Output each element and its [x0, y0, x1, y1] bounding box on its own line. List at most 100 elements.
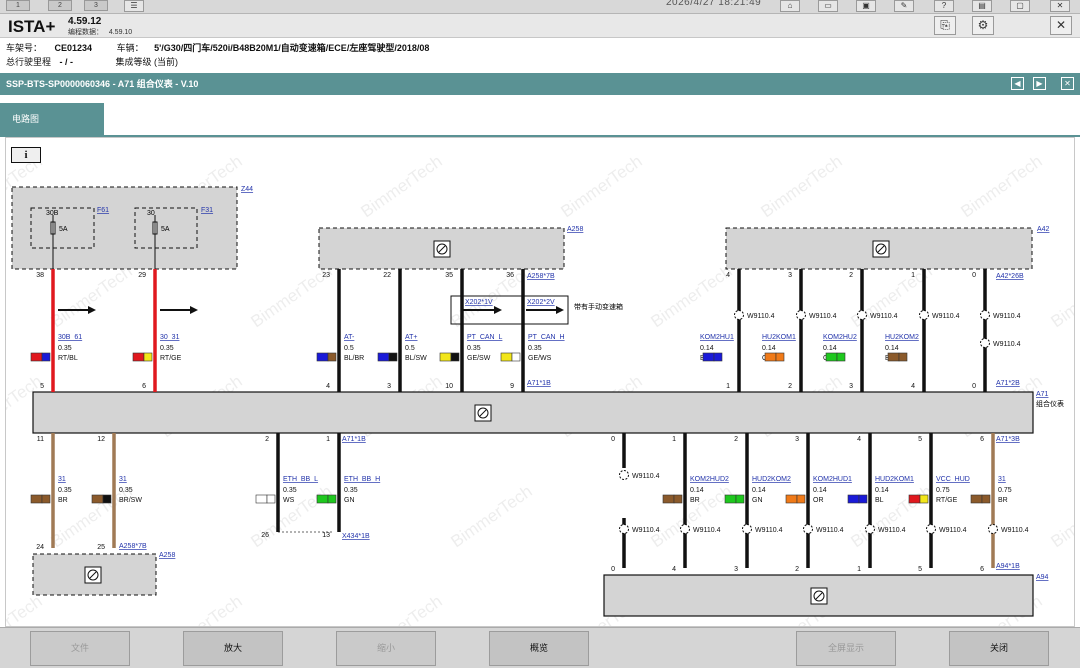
lower-wire-1-cross: 0.35	[119, 487, 133, 494]
lower-wire-1-chip-b	[102, 494, 112, 504]
a42-label[interactable]: A42	[1037, 226, 1050, 233]
lower-wire-7-splice	[803, 524, 813, 534]
watermark-text: BimmerTech	[6, 592, 46, 627]
lower-wire-3-pin-top: 1	[326, 436, 330, 443]
upper-wire-9-chip-a	[887, 352, 900, 362]
lower-wire-9-chip-b	[919, 494, 929, 504]
tab-wiring-diagram[interactable]: 电路图	[0, 103, 104, 137]
lower-wire-2-pin-bottom: 26	[261, 532, 269, 539]
a94-label[interactable]: A94	[1036, 574, 1049, 581]
lower-wire-6-cross: 0.14	[752, 487, 766, 494]
fuse1-link[interactable]: F61	[97, 207, 109, 214]
diagram-canvas[interactable]: BimmerTech BimmerTech BimmerTech BimmerTech…	[5, 137, 1075, 627]
lower-wire-3-pin-bottom: 13	[322, 532, 330, 539]
lower-wire-9-pin-top: 5	[918, 436, 922, 443]
zoom-in-button[interactable]: 放大	[183, 631, 283, 666]
upper-wire-6-signal: KOM2HU1	[700, 334, 734, 341]
upper-wire-0-pin-bottom: 5	[40, 383, 44, 390]
copy-icon[interactable]: ⎘	[934, 16, 956, 35]
x434-connector[interactable]: X434*1B	[342, 533, 370, 540]
zoom-out-button[interactable]: 缩小	[336, 631, 436, 666]
lower-wire-6-pin-bottom: 3	[734, 566, 738, 573]
lower-wire-2-cross: 0.35	[283, 487, 297, 494]
close-document-icon[interactable]: ✕	[1061, 77, 1074, 90]
a71-label[interactable]: A71	[1036, 391, 1049, 398]
a71-connector-1b-lower[interactable]: A71*1B	[342, 436, 366, 443]
top-tab-1[interactable]: 1	[6, 0, 30, 11]
lower-wire-8-pin-top: 4	[857, 436, 861, 443]
upper-wire-5-chip-b	[511, 352, 521, 362]
top-tab-3[interactable]: 3	[84, 0, 108, 11]
a258-bottom-label[interactable]: A258	[159, 552, 175, 559]
close-icon[interactable]: ✕	[1050, 16, 1072, 35]
lower-wire-7-signal: KOM2HUD1	[813, 476, 852, 483]
vehicle-info-row1: 车架号： CE01234 车辆： 5'/G30/四门车/520i/B48B20M…	[6, 41, 429, 54]
a258-bottom-connector[interactable]: A258*7B	[119, 543, 147, 550]
upper-wire-1-color: RT/GE	[160, 355, 182, 362]
file-button[interactable]: 文件	[30, 631, 130, 666]
lower-wire-1-pin-bottom: 25	[97, 544, 105, 551]
window-icon[interactable]: ▢	[1010, 0, 1030, 12]
car-label: 车辆：	[116, 43, 144, 53]
a71-connector-3b[interactable]: A71*3B	[996, 436, 1020, 443]
upper-wire-3-color: BL/SW	[405, 355, 427, 362]
z44-label[interactable]: Z44	[241, 186, 253, 193]
a71-connector-2b[interactable]: A71*2B	[996, 380, 1020, 387]
upper-wire-2-cross: 0.5	[344, 345, 354, 352]
watermark-text: BimmerTech	[1047, 482, 1075, 552]
overview-button[interactable]: 概览	[489, 631, 589, 666]
fullscreen-button[interactable]: 全屏显示	[796, 631, 896, 666]
upper-wire-10-pin-top: 0	[972, 272, 976, 279]
upper-wire-10-splice	[980, 310, 990, 320]
lower-wire-5-cross: 0.14	[690, 487, 704, 494]
car-icon[interactable]: ▭	[818, 0, 838, 12]
app-logo: ISTA+	[8, 17, 56, 36]
lower-wire-6-chip-b	[735, 494, 745, 504]
image-icon[interactable]: ▣	[856, 0, 876, 12]
a94-connector[interactable]: A94*1B	[996, 563, 1020, 570]
lower-wire-7-pin-top: 3	[795, 436, 799, 443]
lower-wire-1-pin-top: 12	[97, 436, 105, 443]
help-icon[interactable]: ?	[934, 0, 954, 12]
list-icon[interactable]: ☰	[124, 0, 144, 12]
mileage-label: 总行驶里程	[6, 57, 52, 67]
upper-wire-8-splice-label: W9110.4	[870, 313, 898, 320]
info-button[interactable]: i	[11, 147, 41, 163]
lower-wire-8-splice	[865, 524, 875, 534]
exit-icon[interactable]: ✕	[1050, 0, 1070, 12]
a71-connector-1b[interactable]: A71*1B	[527, 380, 551, 387]
watermark-text: BimmerTech	[757, 152, 845, 222]
lower-wire-4-splice-top	[619, 470, 629, 480]
upper-wire-1-chip-b	[143, 352, 153, 362]
upper-wire-2-chip-b	[327, 352, 337, 362]
fuse1-amp: 5A	[59, 226, 68, 233]
lower-wire-8-pin-bottom: 1	[857, 566, 861, 573]
wrench-icon[interactable]: ✎	[894, 0, 914, 12]
upper-wire-0-cross: 0.35	[58, 345, 72, 352]
a258-top-label[interactable]: A258	[567, 226, 583, 233]
home-icon[interactable]: ⌂	[780, 0, 800, 12]
top-tab-2[interactable]: 2	[48, 0, 72, 11]
a42-connector[interactable]: A42*26B	[996, 273, 1024, 280]
lower-wire-10-signal: 31	[998, 476, 1006, 483]
prev-icon[interactable]: ◀	[1011, 77, 1024, 90]
print-icon[interactable]: ▤	[972, 0, 992, 12]
close-button[interactable]: 关闭	[949, 631, 1049, 666]
x202-1v[interactable]: X202*1V	[465, 299, 493, 306]
gear-icon[interactable]: ⚙	[972, 16, 994, 35]
upper-wire-5-cross: 0.35	[528, 345, 542, 352]
lower-wire-6-splice	[742, 524, 752, 534]
x202-note: 带有手动变速箱	[574, 302, 623, 311]
vin-label: 车架号：	[6, 43, 43, 53]
upper-wire-6-chip-a	[702, 352, 715, 362]
lower-wire-6-splice-label: W9110.4	[755, 527, 783, 534]
lower-wire-1-color: BR/SW	[119, 497, 142, 504]
fuse2-link[interactable]: F31	[201, 207, 213, 214]
a258-top-connector[interactable]: A258*7B	[527, 273, 555, 280]
x202-2v[interactable]: X202*2V	[527, 299, 555, 306]
car-value: 5'/G30/四门车/520i/B48B20M1/自动变速箱/ECE/左座驾驶型…	[154, 43, 430, 53]
upper-wire-6-splice	[734, 310, 744, 320]
next-icon[interactable]: ▶	[1033, 77, 1046, 90]
upper-wire-0-chip-a	[30, 352, 43, 362]
lower-wire-4-splice-top-label: W9110.4	[632, 473, 660, 480]
